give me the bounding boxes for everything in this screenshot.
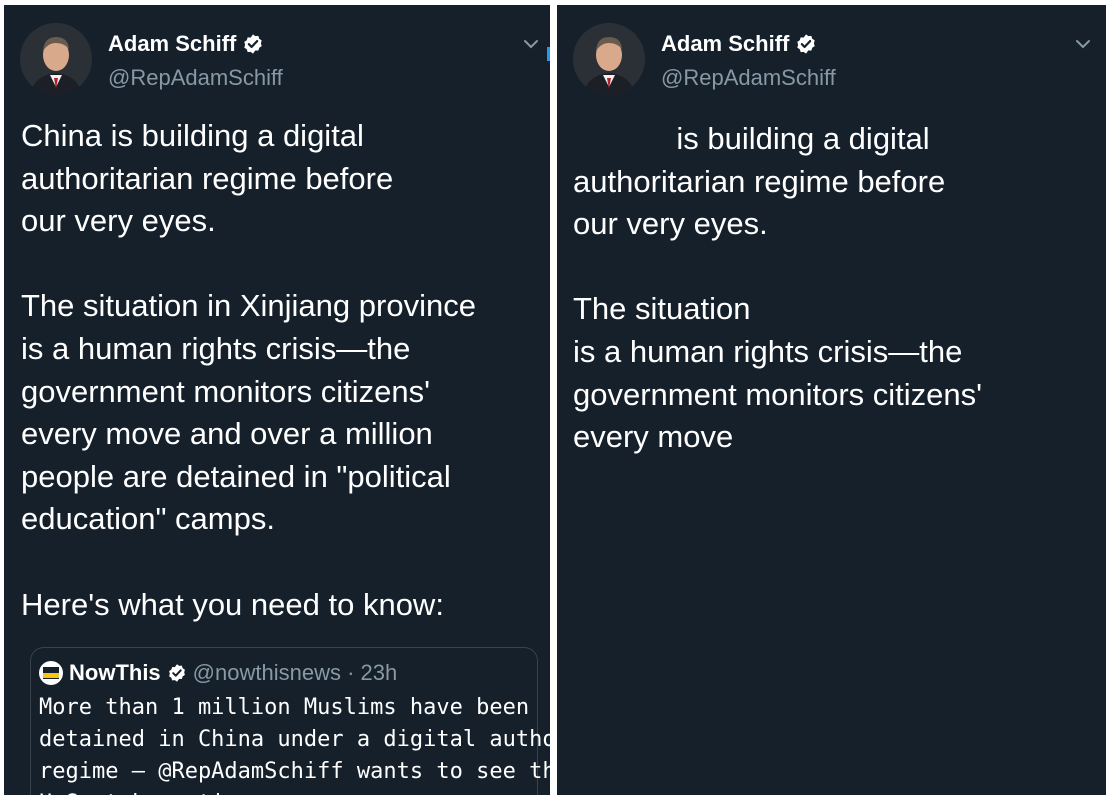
- quoted-author-name[interactable]: NowThis: [69, 660, 161, 686]
- tweet-card-edited: Adam Schiff @RepAdamSchiff is building a…: [557, 5, 1106, 795]
- avatar-portrait: [573, 23, 645, 95]
- author-handle[interactable]: @RepAdamSchiff: [661, 65, 836, 91]
- tweet-text: China is building a digital authoritaria…: [21, 118, 476, 622]
- tweet-card-original: Adam Schiff @RepAdamSchiff China is buil…: [4, 5, 550, 795]
- avatar[interactable]: [573, 23, 645, 95]
- author-name-row[interactable]: Adam Schiff: [661, 31, 817, 57]
- tweet-text: is building a digital authoritarian regi…: [573, 121, 983, 455]
- scroll-accent: [547, 47, 550, 61]
- nowthis-logo-icon: [39, 661, 63, 685]
- quoted-handle-time[interactable]: @nowthisnews · 23h: [193, 660, 398, 686]
- verified-badge-icon: [797, 34, 816, 54]
- quoted-tweet-header: NowThis @nowthisnews · 23h: [39, 660, 397, 686]
- author-name[interactable]: Adam Schiff: [108, 31, 236, 57]
- author-name[interactable]: Adam Schiff: [661, 31, 789, 57]
- quoted-tweet[interactable]: NowThis @nowthisnews · 23h More than 1 m…: [30, 647, 550, 795]
- chevron-down-icon[interactable]: [1074, 35, 1092, 53]
- chevron-down-icon[interactable]: [522, 35, 540, 53]
- quoted-tweet-text: More than 1 million Muslims have been de…: [39, 695, 550, 795]
- verified-badge-icon: [168, 664, 185, 682]
- avatar[interactable]: [20, 23, 92, 95]
- verified-badge-icon: [244, 34, 263, 54]
- avatar-portrait: [20, 23, 92, 95]
- author-name-row[interactable]: Adam Schiff: [108, 31, 264, 57]
- author-handle[interactable]: @RepAdamSchiff: [108, 65, 283, 91]
